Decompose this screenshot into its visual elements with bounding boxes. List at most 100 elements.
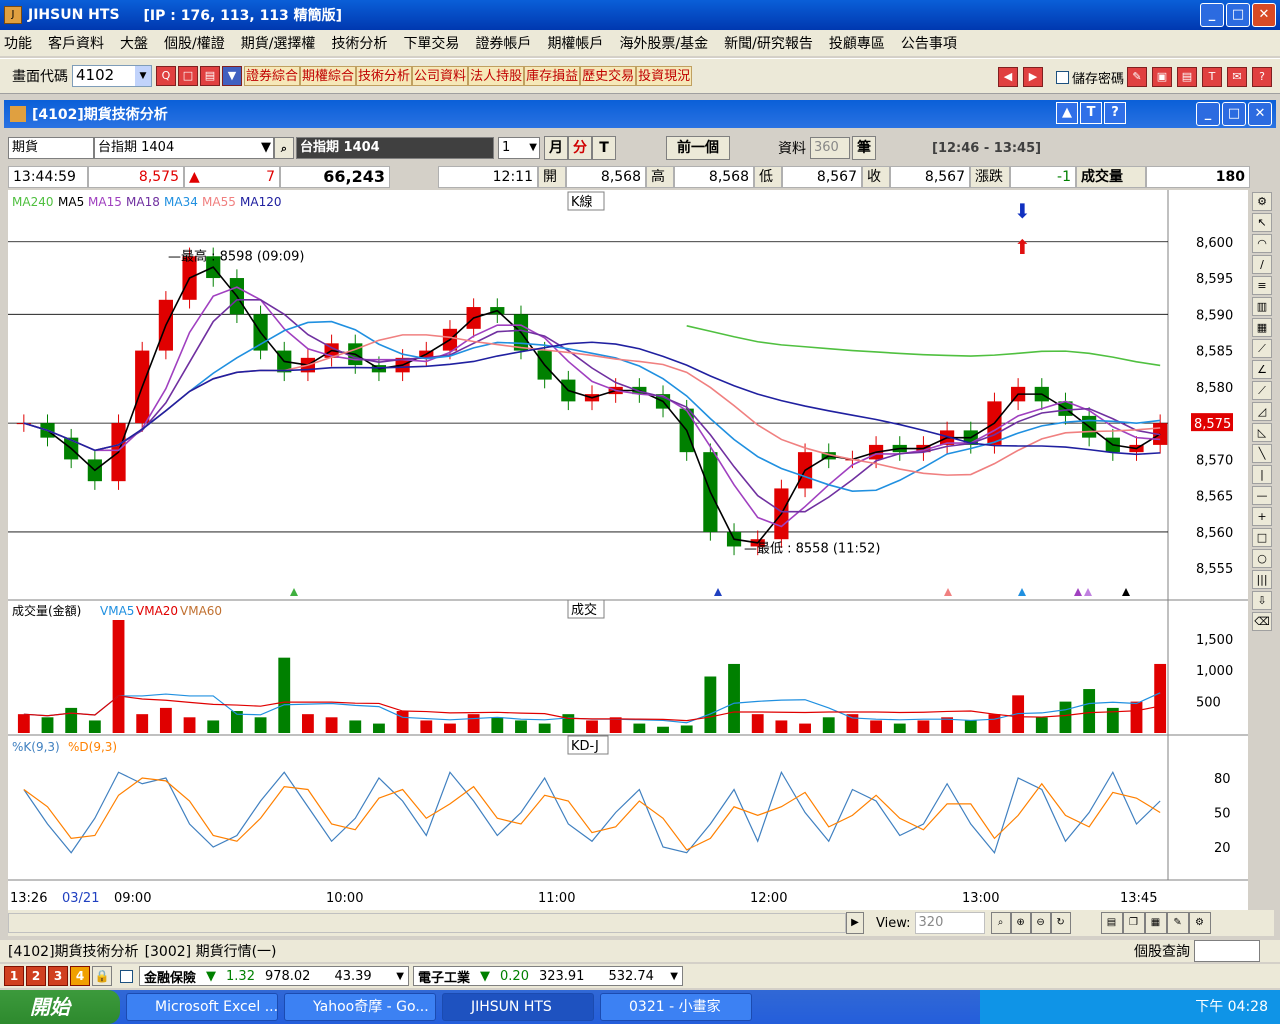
- quick-link[interactable]: 證券綜合: [244, 66, 301, 86]
- tab-4102[interactable]: [4102]期貨技術分析: [8, 941, 139, 961]
- line-icon[interactable]: ╲: [1252, 444, 1272, 463]
- triangle-icon[interactable]: ◺: [1252, 423, 1272, 442]
- tool-icon[interactable]: ✉: [1227, 67, 1247, 87]
- quick-link[interactable]: 期權綜合: [300, 66, 357, 86]
- ticker-checkbox[interactable]: [120, 969, 133, 983]
- task-paint[interactable]: 0321 - 小畫家: [600, 993, 752, 1021]
- menu-item[interactable]: 大盤: [120, 33, 148, 53]
- chevron-down-icon[interactable]: ▼: [529, 138, 537, 158]
- tool-icon[interactable]: ▤: [1177, 67, 1197, 87]
- contract-combo[interactable]: 台指期 1404 ▼: [94, 137, 274, 159]
- channel-icon[interactable]: ◿: [1252, 402, 1272, 421]
- quick-link[interactable]: 法人持股: [468, 66, 525, 86]
- market-field[interactable]: 期貨: [8, 137, 94, 159]
- rect-icon[interactable]: □: [1252, 528, 1272, 547]
- quick-link[interactable]: 技術分析: [356, 66, 413, 86]
- chevron-down-icon[interactable]: ▼: [670, 971, 678, 982]
- down-arrow-icon[interactable]: ⇩: [1252, 591, 1272, 610]
- menu-item[interactable]: 海外股票/基金: [619, 33, 708, 53]
- lines-icon[interactable]: ≡: [1252, 276, 1272, 295]
- gear-icon[interactable]: ⚙: [1188, 912, 1211, 934]
- grid-icon[interactable]: ▦: [1252, 318, 1272, 337]
- stock-query-input[interactable]: [1194, 940, 1260, 962]
- zoom-icon[interactable]: ⌕: [990, 912, 1011, 934]
- menu-item[interactable]: 新聞/研究報告: [724, 33, 813, 53]
- settings-icon[interactable]: ⚙: [1252, 192, 1272, 211]
- eraser-icon[interactable]: ⌫: [1252, 612, 1272, 631]
- tool-icon[interactable]: T: [1202, 67, 1222, 87]
- chevron-down-icon[interactable]: ▼: [135, 66, 151, 86]
- zoom-out-icon[interactable]: ⊖: [1030, 912, 1051, 934]
- minute-button[interactable]: 分: [568, 136, 592, 160]
- help-icon[interactable]: ?: [1104, 102, 1126, 124]
- chart-svg[interactable]: 8,600 8,595 8,590 8,585 8,580 8,575 8,570 8,565…: [8, 190, 1248, 910]
- chevron-down-icon[interactable]: ▼: [261, 138, 271, 158]
- pointer-icon[interactable]: ↖: [1252, 213, 1272, 232]
- screen-code-combo[interactable]: 4102 ▼: [72, 65, 152, 87]
- fan-icon[interactable]: ⟋: [1252, 339, 1272, 358]
- hline-icon[interactable]: —: [1252, 486, 1272, 505]
- tool-icon[interactable]: ✎: [1127, 67, 1147, 87]
- page-4-button[interactable]: 4: [70, 966, 90, 986]
- menu-item[interactable]: 技術分析: [331, 33, 387, 53]
- parallel-icon[interactable]: ▥: [1252, 297, 1272, 316]
- circle-icon[interactable]: ○: [1252, 549, 1272, 568]
- page-1-button[interactable]: 1: [4, 966, 24, 986]
- table-icon[interactable]: ▦: [1144, 912, 1167, 934]
- quick-link[interactable]: 歷史交易: [580, 66, 637, 86]
- menu-item[interactable]: 期權帳戶: [547, 33, 603, 53]
- angle-icon[interactable]: ∠: [1252, 360, 1272, 379]
- scroll-right-icon[interactable]: ▶: [846, 912, 864, 934]
- vline-icon[interactable]: |: [1252, 465, 1272, 484]
- print-icon[interactable]: ▤: [200, 66, 220, 86]
- start-button[interactable]: 開始: [0, 990, 120, 1024]
- dropdown-icon[interactable]: ▼: [222, 66, 242, 86]
- task-jihsun[interactable]: JIHSUN HTS: [442, 993, 594, 1021]
- quick-link[interactable]: 庫存損益: [524, 66, 581, 86]
- menu-item[interactable]: 下單交易: [403, 33, 459, 53]
- menu-item[interactable]: 功能: [4, 33, 32, 53]
- chevron-down-icon[interactable]: ▼: [396, 971, 404, 982]
- refresh-icon[interactable]: ↻: [1050, 912, 1071, 934]
- tool-icon[interactable]: ▣: [1152, 67, 1172, 87]
- unit-button[interactable]: 筆: [852, 136, 876, 160]
- lock-icon[interactable]: 🔒: [92, 966, 112, 986]
- edit-icon[interactable]: ✎: [1166, 912, 1189, 934]
- page-3-button[interactable]: 3: [48, 966, 68, 986]
- horizontal-scrollbar[interactable]: [8, 913, 846, 933]
- inner-close-button[interactable]: ✕: [1248, 102, 1272, 126]
- prev-button[interactable]: 前一個: [666, 136, 730, 160]
- search-icon[interactable]: ⌕: [274, 137, 294, 159]
- quick-link[interactable]: 投資現況: [636, 66, 693, 86]
- menu-item[interactable]: 證券帳戶: [475, 33, 531, 53]
- ticker-item-2[interactable]: 電子工業 ▼ 0.20 323.91 532.74 ▼: [413, 966, 683, 986]
- zoom-in-icon[interactable]: ⊕: [1010, 912, 1031, 934]
- inner-minimize-button[interactable]: _: [1196, 102, 1220, 126]
- task-yahoo[interactable]: Yahoo奇摩 - Go...: [284, 993, 436, 1021]
- menu-item[interactable]: 公告事項: [901, 33, 957, 53]
- maximize-button[interactable]: □: [1226, 3, 1250, 27]
- trend-line-icon[interactable]: ∕: [1252, 255, 1272, 274]
- month-button[interactable]: 月: [544, 136, 568, 160]
- menu-item[interactable]: 投顧專區: [829, 33, 885, 53]
- diagonal-icon[interactable]: ⟋: [1252, 381, 1272, 400]
- up-icon[interactable]: ▲: [1056, 102, 1078, 124]
- text-icon[interactable]: T: [1080, 102, 1102, 124]
- data-count-field[interactable]: 360: [810, 137, 850, 159]
- chart-area[interactable]: 8,600 8,595 8,590 8,585 8,580 8,575 8,570 8,565…: [8, 190, 1248, 910]
- cross-icon[interactable]: +: [1252, 507, 1272, 526]
- ticker-item-1[interactable]: 金融保險 ▼ 1.32 978.02 43.39 ▼: [139, 966, 409, 986]
- period-combo[interactable]: 1 ▼: [498, 137, 540, 159]
- bars-icon[interactable]: |||: [1252, 570, 1272, 589]
- minimize-button[interactable]: _: [1200, 3, 1224, 27]
- close-button[interactable]: ✕: [1252, 3, 1276, 27]
- arc-icon[interactable]: ◠: [1252, 234, 1272, 253]
- menu-item[interactable]: 客戶資料: [48, 33, 104, 53]
- save-password-checkbox[interactable]: [1055, 70, 1069, 84]
- copy-icon[interactable]: ❐: [1122, 912, 1145, 934]
- menu-item[interactable]: 期貨/選擇權: [241, 33, 316, 53]
- tool-icon[interactable]: ?: [1252, 67, 1272, 87]
- quick-link[interactable]: 公司資料: [412, 66, 469, 86]
- inner-maximize-button[interactable]: □: [1222, 102, 1246, 126]
- window-icon[interactable]: □: [178, 66, 198, 86]
